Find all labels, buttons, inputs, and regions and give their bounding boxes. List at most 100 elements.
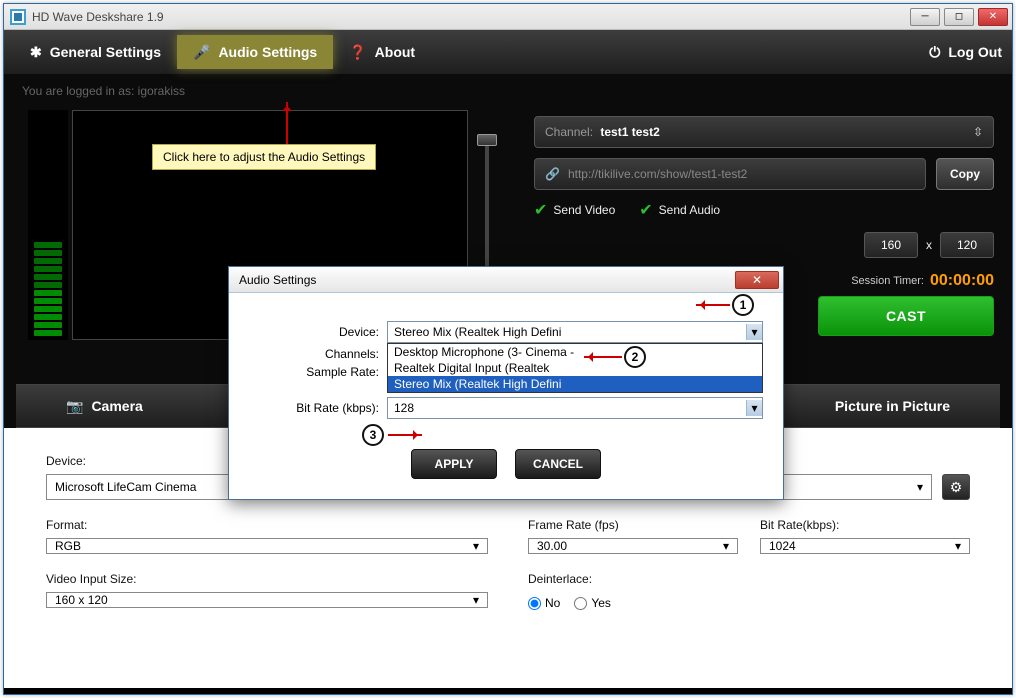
chevron-down-icon: ▾ bbox=[955, 539, 961, 553]
login-prefix: You are logged in as: bbox=[22, 84, 134, 98]
chevron-down-icon: ▾ bbox=[473, 539, 479, 553]
session-timer-label: Session Timer: bbox=[851, 275, 924, 287]
dialog-close-button[interactable]: ✕ bbox=[735, 271, 779, 289]
bitrate-value: 1024 bbox=[769, 539, 796, 553]
audio-device-label: Device: bbox=[249, 325, 379, 339]
tab-general-settings[interactable]: ✱ General Settings bbox=[14, 35, 177, 69]
dropdown-option[interactable]: Realtek Digital Input (Realtek bbox=[388, 360, 762, 376]
check-icon: ✔ bbox=[639, 200, 652, 220]
tab-about[interactable]: ❓ About bbox=[333, 35, 431, 69]
tab-label: Picture in Picture bbox=[835, 398, 950, 414]
size-sep: x bbox=[926, 238, 932, 252]
channel-dropdown[interactable]: Channel: test1 test2 ⇳ bbox=[534, 116, 994, 148]
titlebar: HD Wave Deskshare 1.9 ─ ◻ ✕ bbox=[4, 4, 1012, 30]
bitrate-select[interactable]: 1024 ▾ bbox=[760, 538, 970, 554]
audio-samplerate-label: Sample Rate: bbox=[249, 365, 379, 379]
framerate-value: 30.00 bbox=[537, 539, 567, 553]
format-select[interactable]: RGB ▾ bbox=[46, 538, 488, 554]
video-input-size-select[interactable]: 160 x 120 ▾ bbox=[46, 592, 488, 608]
gear-icon: ✱ bbox=[30, 44, 42, 61]
send-audio-label: Send Audio bbox=[659, 203, 720, 217]
chevron-updown-icon: ⇳ bbox=[973, 125, 983, 139]
framerate-label: Frame Rate (fps) bbox=[528, 518, 738, 532]
annotation-arrow bbox=[584, 356, 622, 358]
close-button[interactable]: ✕ bbox=[978, 8, 1008, 26]
video-input-size-label: Video Input Size: bbox=[46, 572, 488, 586]
chevron-down-icon: ▾ bbox=[473, 593, 479, 607]
session-timer-value: 00:00:00 bbox=[930, 272, 994, 290]
url-field: 🔗 http://tikilive.com/show/test1-test2 bbox=[534, 158, 926, 190]
app-icon bbox=[10, 9, 26, 25]
microphone-icon: 🎤 bbox=[193, 44, 210, 61]
tab-label: Audio Settings bbox=[218, 44, 317, 60]
vu-meter-left bbox=[28, 110, 68, 340]
channel-value: test1 test2 bbox=[600, 125, 659, 139]
question-icon: ❓ bbox=[349, 44, 366, 61]
deinterlace-no-radio[interactable]: No bbox=[528, 596, 560, 610]
tab-camera[interactable]: 📷 Camera bbox=[66, 398, 143, 415]
power-icon: ⏻ bbox=[929, 44, 940, 61]
gear-icon: ⚙ bbox=[950, 479, 963, 496]
annotation-arrow bbox=[388, 434, 422, 436]
chevron-down-icon: ▾ bbox=[746, 400, 762, 416]
maximize-button[interactable]: ◻ bbox=[944, 8, 974, 26]
app-window: HD Wave Deskshare 1.9 ─ ◻ ✕ ✱ General Se… bbox=[3, 3, 1013, 695]
format-label: Format: bbox=[46, 518, 488, 532]
check-icon: ✔ bbox=[534, 200, 547, 220]
bitrate-label: Bit Rate(kbps): bbox=[760, 518, 970, 532]
url-value: http://tikilive.com/show/test1-test2 bbox=[568, 167, 747, 181]
audio-device-dropdown: Desktop Microphone (3- Cinema - Realtek … bbox=[387, 343, 763, 393]
login-user: igorakiss bbox=[138, 84, 185, 98]
dropdown-option-selected[interactable]: Stereo Mix (Realtek High Defini bbox=[388, 376, 762, 392]
send-audio-checkbox[interactable]: ✔ Send Audio bbox=[639, 200, 720, 220]
logout-button[interactable]: ⏻ Log Out bbox=[929, 44, 1002, 61]
audio-device-select[interactable]: Stereo Mix (Realtek High Defini ▾ bbox=[387, 321, 763, 343]
tooltip: Click here to adjust the Audio Settings bbox=[152, 144, 376, 170]
tab-picture-in-picture[interactable]: Picture in Picture bbox=[835, 398, 950, 414]
camera-icon: 📷 bbox=[66, 398, 83, 415]
send-video-label: Send Video bbox=[553, 203, 615, 217]
encoder-settings-button[interactable]: ⚙ bbox=[942, 474, 970, 500]
framerate-select[interactable]: 30.00 ▾ bbox=[528, 538, 738, 554]
send-video-checkbox[interactable]: ✔ Send Video bbox=[534, 200, 615, 220]
channel-label: Channel: bbox=[545, 125, 593, 139]
login-status: You are logged in as: igorakiss bbox=[16, 74, 1000, 104]
tab-audio-settings[interactable]: 🎤 Audio Settings bbox=[177, 35, 333, 69]
logout-label: Log Out bbox=[948, 44, 1002, 60]
chevron-down-icon: ▾ bbox=[746, 324, 762, 340]
dropdown-option[interactable]: Desktop Microphone (3- Cinema - bbox=[388, 344, 762, 360]
minimize-button[interactable]: ─ bbox=[910, 8, 940, 26]
cancel-button[interactable]: CANCEL bbox=[515, 449, 601, 479]
vis-value: 160 x 120 bbox=[55, 593, 108, 607]
broadcast-button[interactable]: CAST bbox=[818, 296, 994, 336]
device-value: Microsoft LifeCam Cinema bbox=[55, 480, 196, 494]
deinterlace-yes-radio[interactable]: Yes bbox=[574, 596, 611, 610]
audio-channels-label: Channels: bbox=[249, 347, 379, 361]
width-field[interactable]: 160 bbox=[864, 232, 918, 258]
annotation-badge-3: 3 bbox=[362, 424, 384, 446]
annotation-arrow bbox=[286, 102, 288, 146]
tab-label: Camera bbox=[91, 398, 142, 414]
annotation-badge-1: 1 bbox=[732, 294, 754, 316]
radio-label: No bbox=[545, 596, 560, 610]
tab-label: About bbox=[375, 44, 415, 60]
chevron-down-icon: ▾ bbox=[723, 539, 729, 553]
audio-bitrate-label: Bit Rate (kbps): bbox=[249, 401, 379, 415]
radio-label: Yes bbox=[591, 596, 611, 610]
deinterlace-label: Deinterlace: bbox=[528, 572, 970, 586]
apply-button[interactable]: APPLY bbox=[411, 449, 497, 479]
dialog-title: Audio Settings bbox=[239, 273, 316, 287]
copy-button[interactable]: Copy bbox=[936, 158, 994, 190]
audio-bitrate-value: 128 bbox=[394, 401, 414, 415]
window-title: HD Wave Deskshare 1.9 bbox=[32, 10, 164, 24]
annotation-arrow bbox=[696, 304, 730, 306]
format-value: RGB bbox=[55, 539, 81, 553]
height-field[interactable]: 120 bbox=[940, 232, 994, 258]
link-icon: 🔗 bbox=[545, 167, 560, 181]
audio-bitrate-select[interactable]: 128 ▾ bbox=[387, 397, 763, 419]
annotation-badge-2: 2 bbox=[624, 346, 646, 368]
audio-device-value: Stereo Mix (Realtek High Defini bbox=[394, 325, 561, 339]
chevron-down-icon: ▾ bbox=[917, 480, 923, 494]
top-tab-bar: ✱ General Settings 🎤 Audio Settings ❓ Ab… bbox=[4, 30, 1012, 74]
tab-label: General Settings bbox=[50, 44, 161, 60]
